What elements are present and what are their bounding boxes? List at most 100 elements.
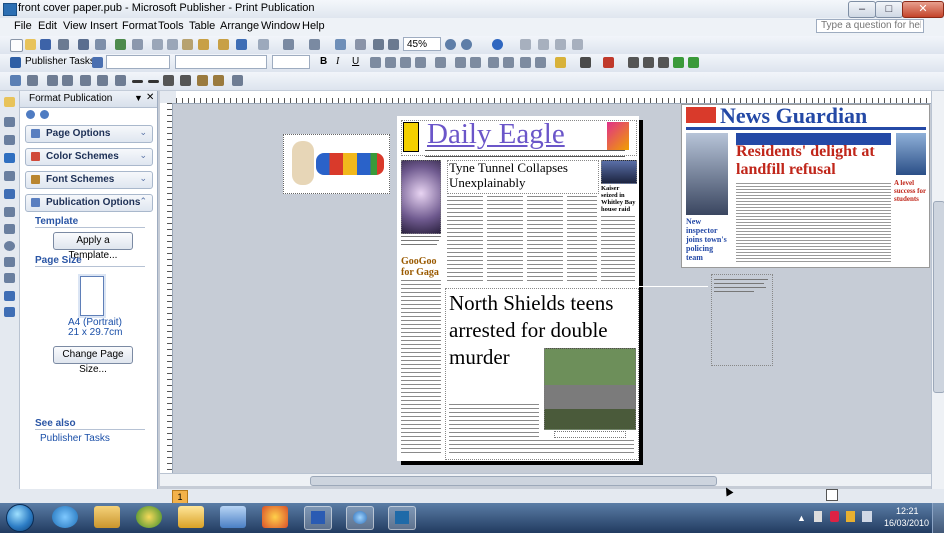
line-thick-icon[interactable]	[148, 80, 159, 83]
tray-antivirus-icon[interactable]	[830, 511, 839, 522]
text-wrapping-icon[interactable]	[180, 75, 191, 86]
arrow-tool-icon[interactable]	[4, 224, 15, 234]
crime-scene-image[interactable]	[544, 348, 636, 430]
side-heading[interactable]: GooGoo for Gaga	[401, 256, 441, 278]
columns-icon[interactable]	[373, 39, 384, 50]
style-box[interactable]	[106, 55, 170, 69]
menu-tools[interactable]: Tools	[158, 20, 184, 32]
autoshapes-icon[interactable]	[4, 273, 15, 283]
italic-button[interactable]: I	[336, 56, 339, 67]
publisher-tasks-icon[interactable]	[10, 57, 21, 68]
select-tool-icon[interactable]	[4, 97, 15, 107]
picture-frame-icon[interactable]	[4, 171, 15, 181]
headline1[interactable]: Tyne Tunnel Collapses Unexplainably	[449, 160, 599, 190]
menu-file[interactable]: File	[14, 20, 32, 32]
wordart-tool-icon[interactable]	[4, 153, 15, 163]
increase-indent-icon[interactable]	[503, 57, 514, 68]
clip-art-icon[interactable]	[4, 189, 15, 199]
zoom-out-icon[interactable]	[445, 39, 456, 50]
insert-picture-icon[interactable]	[10, 75, 21, 86]
help-search-input[interactable]	[816, 19, 924, 33]
link-text-box-icon[interactable]	[520, 39, 531, 50]
compress-icon[interactable]	[163, 75, 174, 86]
publisher-taskbar-icon[interactable]	[388, 506, 416, 530]
bold-button[interactable]: B	[320, 56, 327, 67]
next-text-box-icon[interactable]	[572, 39, 583, 50]
research-icon[interactable]	[95, 39, 106, 50]
mail-icon[interactable]	[132, 39, 143, 50]
oval-tool-icon[interactable]	[4, 241, 15, 251]
dash-style-icon[interactable]	[643, 57, 654, 68]
cut-icon[interactable]	[152, 39, 163, 50]
sticky-notes-icon[interactable]	[178, 506, 204, 528]
arrow-style-icon[interactable]	[658, 57, 669, 68]
font-size-down-icon[interactable]	[535, 57, 546, 68]
shadow-style-icon[interactable]	[673, 57, 684, 68]
previous-text-box-icon[interactable]	[555, 39, 566, 50]
zoom-field[interactable]: 45%	[403, 37, 441, 51]
side-story-heading[interactable]: Kaiser seized in Whitley Bay house raid	[601, 185, 637, 213]
publisher-app-icon[interactable]	[3, 3, 17, 16]
send-backward-icon[interactable]	[309, 39, 320, 50]
menu-help[interactable]: Help	[302, 20, 325, 32]
story1-col4[interactable]	[567, 196, 597, 284]
vertical-ruler[interactable]	[160, 103, 173, 473]
story2-text[interactable]	[449, 404, 539, 438]
set-transparent-icon[interactable]	[213, 75, 224, 86]
raid-image[interactable]	[601, 160, 637, 184]
crop-icon[interactable]	[80, 75, 91, 86]
font-size-box[interactable]	[272, 55, 310, 69]
underline-button[interactable]: U	[352, 56, 359, 67]
tray-usb-icon[interactable]	[814, 511, 822, 522]
rectangle-tool-icon[interactable]	[4, 257, 15, 267]
help-icon[interactable]	[492, 39, 503, 50]
paste-icon[interactable]	[182, 39, 193, 50]
decrease-indent-icon[interactable]	[488, 57, 499, 68]
insert-hyperlink-icon[interactable]	[335, 39, 346, 50]
menu-arrange[interactable]: Arrange	[220, 20, 259, 32]
maximize-button[interactable]: □	[875, 1, 903, 18]
undo-icon[interactable]	[236, 39, 247, 50]
form-control-icon[interactable]	[4, 307, 15, 317]
explorer-folder-icon[interactable]	[94, 506, 120, 528]
menu-window[interactable]: Window	[261, 20, 300, 32]
justify-icon[interactable]	[415, 57, 426, 68]
line-color-icon[interactable]	[580, 57, 591, 68]
print-icon[interactable]	[58, 39, 69, 50]
tray-arrow-icon[interactable]: ▲	[797, 513, 806, 523]
menu-table[interactable]: Table	[189, 20, 215, 32]
vertical-scroll-thumb[interactable]	[933, 201, 944, 393]
font-box[interactable]	[175, 55, 267, 69]
reset-picture-icon[interactable]	[232, 75, 243, 86]
start-button[interactable]	[6, 504, 34, 532]
clock-time[interactable]: 12:21	[896, 506, 919, 516]
masthead-title[interactable]: Daily Eagle	[427, 118, 565, 151]
line-style-picture-icon[interactable]	[115, 75, 126, 86]
horizontal-scroll-thumb[interactable]	[310, 476, 717, 486]
rotate-icon[interactable]	[97, 75, 108, 86]
font-color-icon[interactable]	[603, 57, 614, 68]
new-icon[interactable]	[10, 39, 23, 52]
reference-newspaper-image[interactable]: News Guardian New inspector joins town's…	[681, 104, 930, 268]
story1-col3[interactable]	[527, 196, 563, 284]
format-painter-2-icon[interactable]	[218, 39, 229, 50]
align-right-icon[interactable]	[400, 57, 411, 68]
align-left-icon[interactable]	[370, 57, 381, 68]
apply-template-button[interactable]: Apply a Template...	[53, 232, 133, 261]
copy-icon[interactable]	[167, 39, 178, 50]
zoom-in-icon[interactable]	[461, 39, 472, 50]
table-tool-icon[interactable]	[4, 135, 15, 145]
pilcrow-icon[interactable]	[388, 39, 399, 50]
3d-style-icon[interactable]	[688, 57, 699, 68]
redo-icon[interactable]	[258, 39, 269, 50]
page-size-preview[interactable]	[80, 276, 104, 316]
section-font-schemes[interactable]: Font Schemes ⌄	[25, 171, 153, 189]
line-weight-icon[interactable]	[132, 80, 143, 83]
internet-explorer-icon[interactable]	[52, 506, 78, 528]
numbering-icon[interactable]	[455, 57, 466, 68]
tray-volume-icon[interactable]	[862, 511, 872, 522]
story1-col2[interactable]	[487, 196, 523, 284]
tray-battery-icon[interactable]	[846, 511, 855, 522]
horizontal-scrollbar[interactable]	[160, 473, 931, 486]
line-spacing-icon[interactable]	[435, 57, 446, 68]
